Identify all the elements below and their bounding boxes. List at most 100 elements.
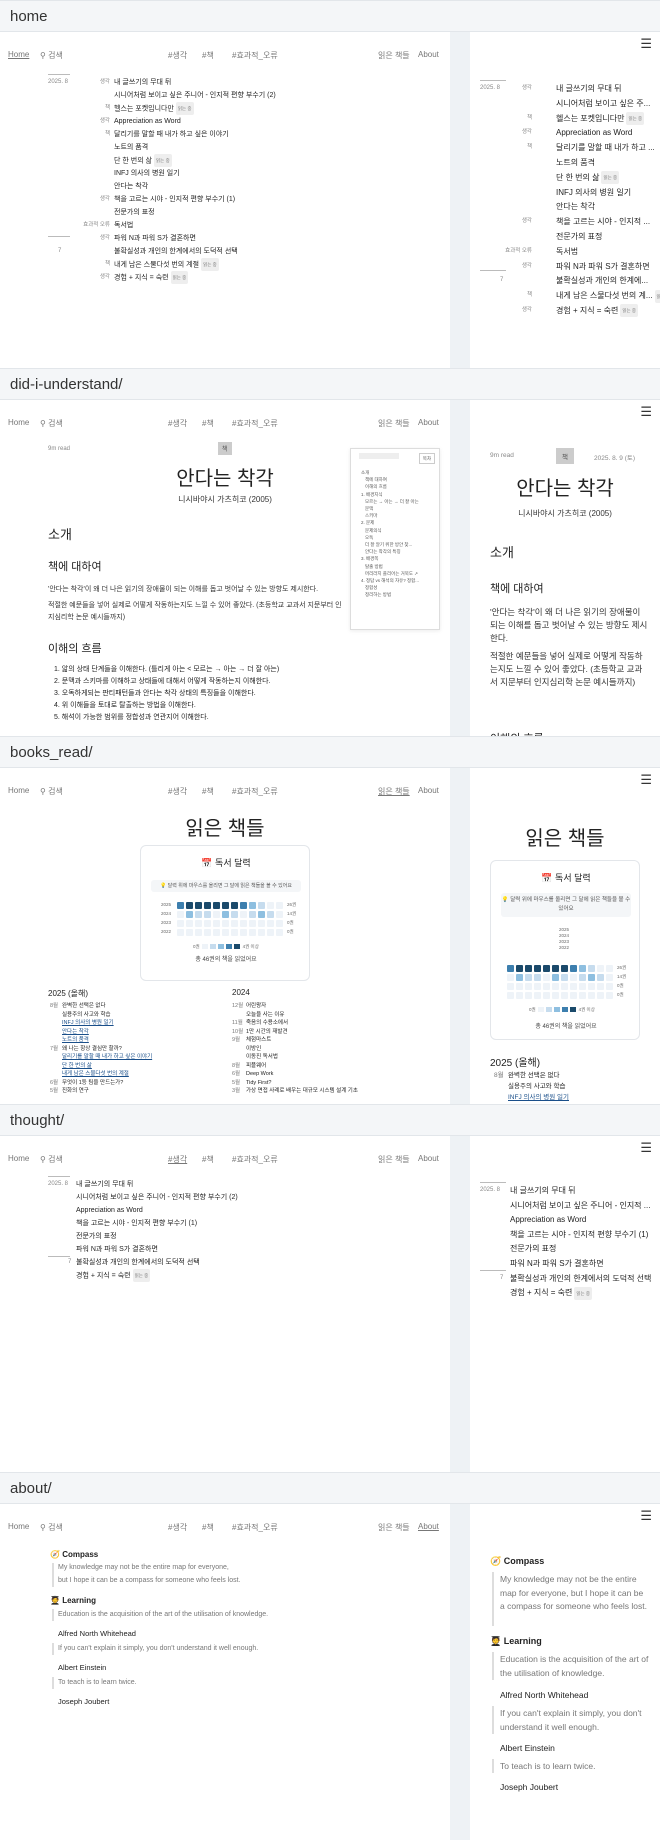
list-item[interactable]: Appreciation as Word [48,1204,448,1217]
heatmap-cell[interactable] [186,920,193,927]
list-item[interactable]: 생각 경험 + 지식 = 숙련 읽는 중 [480,304,660,319]
nav-tag-effective[interactable]: #효과적_오류 [232,1154,278,1165]
list-item[interactable]: 시니어처럼 보이고 싶은 주... [480,97,660,112]
nav-tag-effective[interactable]: #효과적_오류 [232,418,278,429]
nav-about[interactable]: About [418,786,439,795]
list-item[interactable]: 단 한 번의 삶 읽는 중 [480,171,660,186]
list-item-title[interactable]: 전문가의 표정 [510,1242,556,1255]
heatmap-cell[interactable] [552,965,559,972]
heatmap-cell[interactable] [240,911,247,918]
book-list-item[interactable]: 내게 남은 스물다섯 번의 계절 [50,1070,230,1079]
list-item[interactable]: 전문가의 표정 [48,1230,448,1243]
book-title[interactable]: 가상 면접 사례로 배우는 대규모 시스템 설계 기초 [246,1088,358,1094]
book-title[interactable]: 내게 남은 스물다섯 번의 계절 [62,1071,129,1077]
heatmap-cell[interactable] [240,929,247,936]
book-list-item[interactable]: 8월 완벽한 선택은 없다 [50,1002,230,1011]
list-item-title[interactable]: 경험 + 지식 = 숙련 읽는 중 [76,1269,151,1282]
heatmap-cell[interactable] [267,920,274,927]
book-list-item[interactable]: 7월 왜 나는 항상 결심만 할까? [50,1045,230,1054]
heatmap-cell[interactable] [222,920,229,927]
list-item[interactable]: 2025. 8 내 글쓰기의 무대 뒤 [480,1184,660,1199]
heatmap-cell[interactable] [195,902,202,909]
list-item-title[interactable]: 파워 N과 파워 S가 결혼하면 [76,1243,158,1256]
heatmap-cell[interactable] [195,929,202,936]
nav-search[interactable]: ⚲ 검색 [40,418,63,429]
toc-item[interactable]: 탈출 방법 [361,563,433,570]
heatmap-cell[interactable] [588,974,595,981]
nav-home-link[interactable]: Home [8,786,29,795]
book-list-item[interactable]: 3월 가상 면접 사례로 배우는 대규모 시스템 설계 기초 [232,1087,432,1096]
nav-tag-thought[interactable]: #생각 [168,1154,187,1165]
list-item-title[interactable]: Appreciation as Word [510,1213,586,1226]
nav-tag-book[interactable]: #책 [202,1522,214,1533]
book-list-item[interactable]: 실용주의 사고와 학습 [50,1011,230,1020]
heatmap-cell[interactable] [588,992,595,999]
book-title[interactable]: 실용주의 사고와 학습 [62,1012,111,1018]
heatmap-cell[interactable] [213,902,220,909]
book-title[interactable]: INFJ 의사의 병원 일기 [62,1020,114,1026]
list-item-title[interactable]: 단 한 번의 삶 읽는 중 [114,154,172,167]
list-item[interactable]: 생각 Appreciation as Word [480,126,660,141]
nav-books-read[interactable]: 읽은 책들 [378,418,410,429]
heatmap-cell[interactable] [195,920,202,927]
heatmap-cell[interactable] [249,911,256,918]
list-item-title[interactable]: 노트의 품격 [114,141,148,154]
hamburger-menu-icon[interactable]: ☰ [640,772,652,788]
heatmap-cell[interactable] [606,965,613,972]
list-item[interactable]: INFJ 의사의 병원 일기 [48,167,448,180]
heatmap-cell[interactable] [552,992,559,999]
nav-tag-effective[interactable]: #효과적_오류 [232,786,278,797]
list-item-title[interactable]: 내 글쓰기의 무대 뒤 [76,1178,133,1191]
nav-tag-effective[interactable]: #효과적_오류 [232,50,278,61]
heatmap-cell[interactable] [276,920,283,927]
heatmap-cell[interactable] [561,965,568,972]
list-item-title[interactable]: 전문가의 표정 [76,1230,117,1243]
nav-about[interactable]: About [418,1522,439,1531]
list-item-title[interactable]: 경험 + 지식 = 숙련 읽는 중 [114,271,189,284]
list-item[interactable]: 책 내게 남은 스물다섯 번의 계절 읽는 중 [48,258,448,271]
list-item-title[interactable]: 시니어처럼 보이고 싶은 주니어 - 인지적 ... [510,1199,650,1212]
heatmap-cell[interactable] [597,983,604,990]
heatmap-cell[interactable] [525,983,532,990]
book-title[interactable]: 완벽한 선택은 없다 [62,1003,106,1009]
heatmap-cell[interactable] [570,983,577,990]
book-list-item[interactable]: 6월 Deep Work [232,1070,432,1079]
list-item-title[interactable]: 내 글쓰기의 무대 뒤 [556,82,622,95]
list-item[interactable]: 7 불확실성과 개인의 한계에서의 도덕적 선택 [48,1256,448,1269]
book-title[interactable]: 달리기를 말할 때 내가 하고 싶은 이야기 [62,1054,152,1060]
hamburger-menu-icon[interactable]: ☰ [640,404,652,420]
list-item[interactable]: 시니어처럼 보이고 싶은 주니어 - 인지적 ... [480,1199,660,1214]
toc-item[interactable]: 머리라지 플리어는 거북도 ↗ [361,570,433,577]
book-list-item[interactable]: 노트의 품격 [50,1036,230,1045]
nav-home-link[interactable]: Home [8,50,29,59]
book-title[interactable]: INFJ 의사의 병원 일기 [508,1094,569,1101]
toc-item[interactable]: 책에 대하여 [361,476,433,483]
list-item[interactable]: 전문가의 표정 [48,206,448,219]
heatmap-cell[interactable] [597,992,604,999]
list-item-title[interactable]: INFJ 의사의 병원 일기 [556,186,631,199]
nav-tag-thought[interactable]: #생각 [168,418,187,429]
heatmap-cell[interactable] [276,911,283,918]
hamburger-menu-icon[interactable]: ☰ [640,1140,652,1156]
list-item-title[interactable]: Appreciation as Word [556,126,632,139]
list-item[interactable]: 2025. 8 생각 내 글쓰기의 무대 뒤 [480,82,660,97]
book-title[interactable]: 죽음의 수용소에서 [246,1020,288,1026]
heatmap-cell[interactable] [543,965,550,972]
list-item[interactable]: 효과적 오류 독서법 [480,245,660,260]
heatmap-cell[interactable] [213,929,220,936]
heatmap-cell[interactable] [231,911,238,918]
heatmap-cell[interactable] [516,992,523,999]
nav-tag-book[interactable]: #책 [202,1154,214,1165]
book-list-item[interactable]: 오늘을 사는 이유 [232,1011,432,1020]
book-title[interactable]: 1만 시간의 재발견 [246,1029,288,1035]
heatmap-cell[interactable] [249,929,256,936]
nav-search[interactable]: ⚲ 검색 [40,1154,63,1165]
heatmap-cell[interactable] [579,992,586,999]
list-item[interactable]: 파워 N과 파워 S가 결혼하면 [480,1257,660,1272]
book-title[interactable]: 안다는 착각 [62,1029,89,1035]
book-title[interactable]: 진화의 연구 [62,1088,89,1094]
heatmap-cell[interactable] [276,929,283,936]
list-item[interactable]: 책 달리기를 말할 때 내가 하고 ... [480,141,660,156]
toc-item[interactable]: 더 잘 알기 위한 방안 찾... [361,541,433,548]
list-item[interactable]: 책 헬스는 포켓입니다만 읽는 중 [480,111,660,127]
